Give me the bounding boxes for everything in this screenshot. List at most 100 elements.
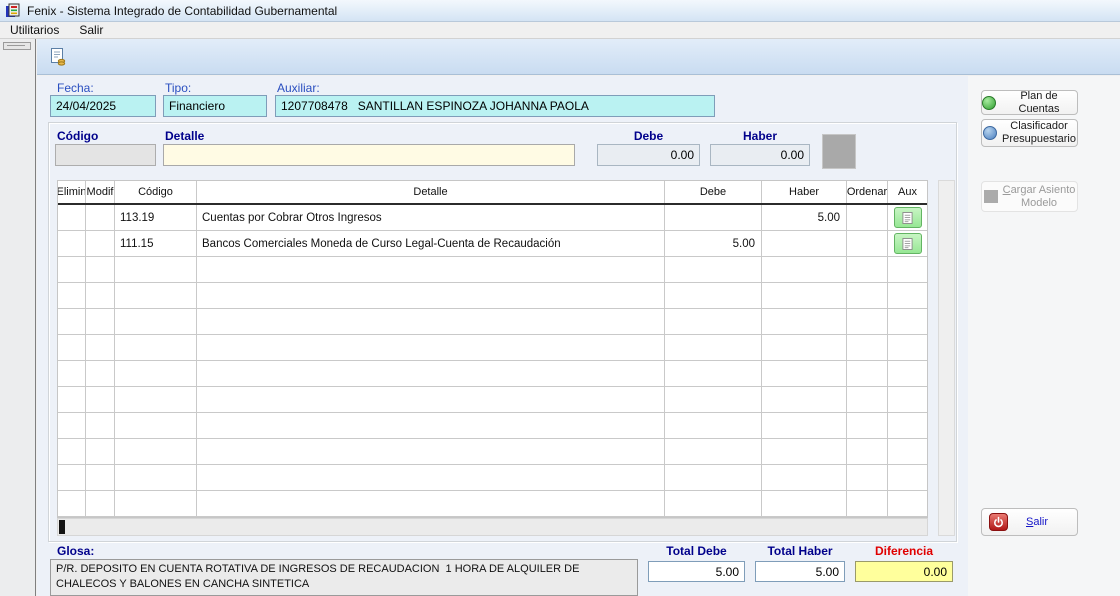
detalle-input[interactable] xyxy=(163,144,575,166)
cell-ordenar xyxy=(847,231,888,256)
header-detalle: Detalle xyxy=(197,181,665,203)
cell-modif xyxy=(86,231,115,256)
cell-aux xyxy=(888,205,927,230)
table-row-empty[interactable] xyxy=(58,465,927,491)
cell-modif xyxy=(86,361,115,386)
cell-codigo xyxy=(115,491,197,516)
cell-ordenar xyxy=(847,361,888,386)
cell-codigo xyxy=(115,283,197,308)
cell-haber xyxy=(762,491,847,516)
cell-detalle xyxy=(197,361,665,386)
cell-debe xyxy=(665,439,762,464)
cell-haber xyxy=(762,283,847,308)
table-row-empty[interactable] xyxy=(58,283,927,309)
total-haber-field xyxy=(755,561,845,582)
salir-button[interactable]: Salir xyxy=(981,508,1078,536)
aux-document-button[interactable] xyxy=(894,207,922,228)
table-row[interactable]: 113.19Cuentas por Cobrar Otros Ingresos5… xyxy=(58,205,927,231)
cell-detalle xyxy=(197,283,665,308)
table-row-empty[interactable] xyxy=(58,309,927,335)
cell-aux xyxy=(888,283,927,308)
cell-aux xyxy=(888,309,927,334)
cell-elimin xyxy=(58,465,86,490)
cell-codigo xyxy=(115,413,197,438)
cell-detalle xyxy=(197,491,665,516)
cell-aux xyxy=(888,335,927,360)
plan-de-cuentas-button[interactable]: Plan de Cuentas xyxy=(981,90,1078,115)
left-panel-strip xyxy=(0,39,36,596)
blue-sphere-icon xyxy=(983,126,997,140)
cell-elimin xyxy=(58,335,86,360)
codigo-input[interactable] xyxy=(55,144,156,166)
cell-ordenar xyxy=(847,205,888,230)
cell-aux xyxy=(888,413,927,438)
header-haber: Haber xyxy=(762,181,847,203)
cell-elimin xyxy=(58,413,86,438)
cell-codigo xyxy=(115,439,197,464)
table-vertical-scrollbar[interactable] xyxy=(938,180,955,536)
table-row-empty[interactable] xyxy=(58,257,927,283)
new-entry-button[interactable] xyxy=(45,44,71,70)
entries-table-body: 113.19Cuentas por Cobrar Otros Ingresos5… xyxy=(58,205,927,517)
header-debe: Debe xyxy=(665,181,762,203)
menu-item-salir[interactable]: Salir xyxy=(69,23,113,39)
cell-codigo xyxy=(115,387,197,412)
table-row-empty[interactable] xyxy=(58,439,927,465)
cell-ordenar xyxy=(847,491,888,516)
auxiliar-input[interactable] xyxy=(275,95,715,117)
entries-table: Elimin Modif Código Detalle Debe Haber O… xyxy=(57,180,928,518)
debe-input[interactable] xyxy=(597,144,700,166)
header-modif: Modif xyxy=(86,181,115,203)
plan-de-cuentas-label: Plan de Cuentas xyxy=(1001,90,1077,115)
clasificador-label: ClasificadorPresupuestario xyxy=(1002,120,1076,145)
cell-haber xyxy=(762,335,847,360)
fecha-label: Fecha: xyxy=(57,81,94,95)
tipo-input[interactable] xyxy=(163,95,267,117)
cell-aux xyxy=(888,439,927,464)
cell-modif xyxy=(86,283,115,308)
header-ordenar: Ordenar xyxy=(847,181,888,203)
document-coins-icon xyxy=(48,47,68,67)
menu-item-utilitarios[interactable]: Utilitarios xyxy=(0,23,69,39)
clasificador-presupuestario-button[interactable]: ClasificadorPresupuestario xyxy=(981,119,1078,147)
cell-detalle xyxy=(197,465,665,490)
glosa-textarea[interactable]: P/R. DEPOSITO EN CUENTA ROTATIVA DE INGR… xyxy=(50,559,638,596)
table-row-empty[interactable] xyxy=(58,387,927,413)
entries-table-header: Elimin Modif Código Detalle Debe Haber O… xyxy=(58,181,927,205)
cell-debe xyxy=(665,465,762,490)
glosa-label: Glosa: xyxy=(57,544,94,558)
table-row[interactable]: 111.15Bancos Comerciales Moneda de Curso… xyxy=(58,231,927,257)
cell-ordenar xyxy=(847,387,888,412)
cell-modif xyxy=(86,439,115,464)
horizontal-scrollbar-thumb[interactable] xyxy=(59,520,65,534)
cell-detalle xyxy=(197,439,665,464)
table-row-empty[interactable] xyxy=(58,413,927,439)
table-row-empty[interactable] xyxy=(58,335,927,361)
cell-haber xyxy=(762,413,847,438)
fecha-input[interactable] xyxy=(50,95,156,117)
haber-input[interactable] xyxy=(710,144,810,166)
header-codigo: Código xyxy=(115,181,197,203)
panel-splitter-handle[interactable] xyxy=(3,42,31,50)
cell-haber xyxy=(762,309,847,334)
table-horizontal-scrollbar[interactable] xyxy=(57,518,928,536)
salir-label: Salir xyxy=(1026,516,1048,529)
cell-elimin xyxy=(58,205,86,230)
table-row-empty[interactable] xyxy=(58,491,927,517)
cell-codigo xyxy=(115,465,197,490)
cell-modif xyxy=(86,335,115,360)
window-title: Fenix - Sistema Integrado de Contabilida… xyxy=(27,4,337,18)
header-aux: Aux xyxy=(888,181,927,203)
table-row-empty[interactable] xyxy=(58,361,927,387)
cell-elimin xyxy=(58,309,86,334)
cell-debe xyxy=(665,387,762,412)
cell-codigo xyxy=(115,361,197,386)
codigo-label: Código xyxy=(57,129,98,143)
aux-document-button[interactable] xyxy=(894,233,922,254)
cell-codigo xyxy=(115,257,197,282)
cell-codigo xyxy=(115,335,197,360)
add-entry-square-button[interactable] xyxy=(822,134,856,169)
document-icon xyxy=(902,211,913,225)
diferencia-field xyxy=(855,561,953,582)
cell-modif xyxy=(86,309,115,334)
